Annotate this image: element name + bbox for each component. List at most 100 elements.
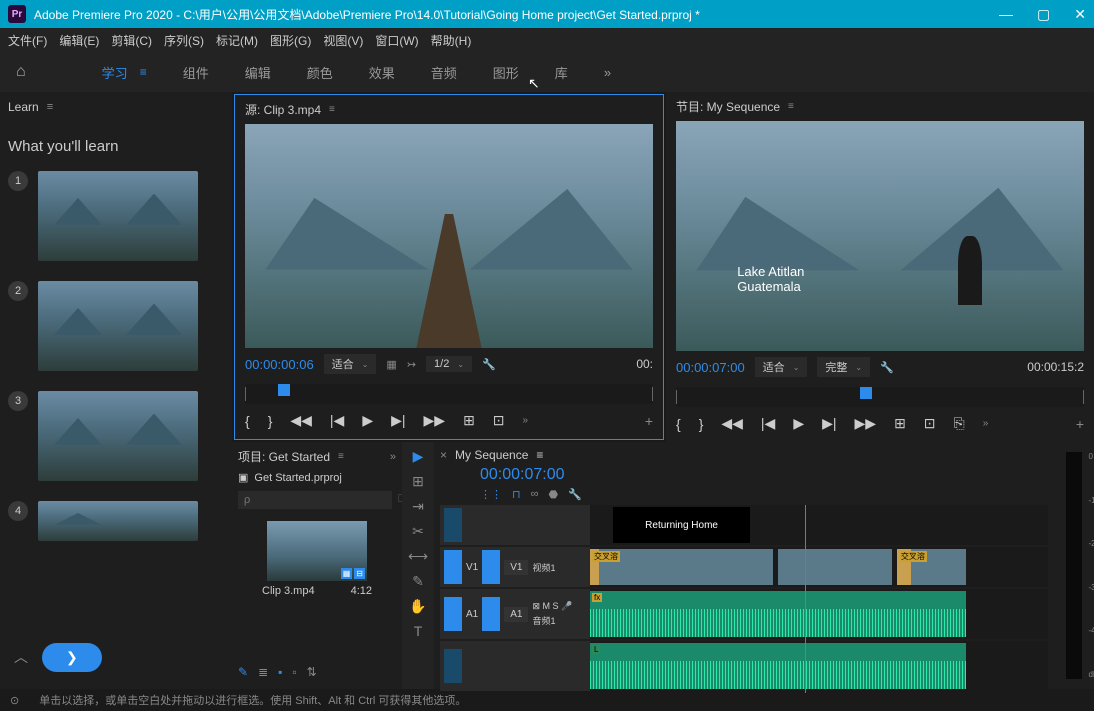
video-clip[interactable]	[778, 549, 893, 585]
program-quality-dropdown[interactable]: 完整⌄	[817, 357, 870, 377]
step-back-button[interactable]: |◀	[330, 412, 344, 429]
add-button[interactable]: +	[645, 413, 653, 429]
home-icon[interactable]: ⌂	[16, 63, 26, 81]
more-icon[interactable]: »	[983, 418, 989, 429]
workspace-libraries[interactable]: 库	[555, 63, 568, 82]
minimize-button[interactable]: —	[999, 6, 1013, 23]
source-res-dropdown[interactable]: 1/2⌄	[426, 356, 472, 372]
more-icon[interactable]: »	[523, 415, 529, 426]
extract-button[interactable]: ⊡	[924, 415, 936, 432]
tl-settings-icon[interactable]: 🔧	[568, 488, 582, 501]
razor-tool[interactable]: ✂	[412, 523, 424, 540]
panel-menu-icon[interactable]: ≡	[338, 451, 344, 462]
workspace-graphics[interactable]: 图形	[493, 63, 519, 82]
go-out-button[interactable]: ▶▶	[424, 412, 446, 429]
source-ruler[interactable]	[245, 384, 653, 404]
panel-menu-icon[interactable]: ≡	[788, 101, 794, 112]
link-icon[interactable]: ∞	[531, 488, 539, 501]
settings-icon[interactable]: 🔧	[880, 361, 894, 374]
track-a1[interactable]: fx	[590, 589, 1048, 639]
clip-thumbnail[interactable]: ▦⊟	[267, 521, 367, 581]
overflow-icon[interactable]: »	[390, 451, 396, 463]
menu-sequence[interactable]: 序列(S)	[164, 32, 204, 49]
workspace-effects[interactable]: 效果	[369, 63, 395, 82]
type-tool[interactable]: T	[414, 623, 423, 639]
program-ruler[interactable]	[676, 387, 1084, 407]
mark-in-button[interactable]: {	[245, 413, 250, 429]
playhead-icon[interactable]	[860, 387, 872, 399]
menu-graphics[interactable]: 图形(G)	[270, 32, 311, 49]
workspace-color[interactable]: 颜色	[307, 63, 333, 82]
menu-view[interactable]: 视图(V)	[323, 32, 363, 49]
panel-menu-icon[interactable]: ≡	[47, 101, 53, 113]
insert-button[interactable]: ⊞	[463, 412, 475, 429]
list-view-icon[interactable]: ≣	[258, 665, 268, 679]
workspace-menu-icon[interactable]: ≡	[140, 65, 147, 79]
mark-out-button[interactable]: }	[268, 413, 273, 429]
menu-window[interactable]: 窗口(W)	[375, 32, 418, 49]
v2-patch[interactable]	[444, 508, 462, 542]
sequence-name[interactable]: My Sequence	[455, 448, 528, 462]
program-fit-dropdown[interactable]: 适合⌄	[755, 357, 808, 377]
track-v2[interactable]: Returning Home	[590, 505, 1048, 545]
ripple-tool[interactable]: ⇥	[412, 498, 424, 515]
step-fwd-button[interactable]: ▶|	[391, 412, 405, 429]
source-fit-dropdown[interactable]: 适合⌄	[324, 354, 377, 374]
out-icon[interactable]: ↣	[407, 358, 416, 371]
timeline-timecode[interactable]: 00:00:07:00	[440, 466, 1048, 484]
go-out-button[interactable]: ▶▶	[855, 415, 877, 432]
a2-patch[interactable]	[444, 649, 462, 683]
workspace-assembly[interactable]: 组件	[183, 63, 209, 82]
track-v1[interactable]: 交叉溶 交叉溶	[590, 547, 1048, 587]
go-in-button[interactable]: ◀◀	[290, 412, 312, 429]
tutorial-thumb-2[interactable]	[38, 281, 198, 371]
v1-target-patch[interactable]	[482, 550, 500, 584]
title-clip[interactable]: Returning Home	[613, 507, 750, 543]
lock-icon[interactable]: ⊠	[532, 601, 540, 611]
v1-source-patch[interactable]	[444, 550, 462, 584]
menu-marker[interactable]: 标记(M)	[216, 32, 258, 49]
audio-clip[interactable]: fx	[590, 591, 966, 637]
workspace-editing[interactable]: 编辑	[245, 63, 271, 82]
v1-target-label[interactable]: V1	[504, 560, 528, 575]
solo-button[interactable]: S	[553, 601, 559, 611]
tutorial-thumb-3[interactable]	[38, 391, 198, 481]
mic-icon[interactable]: 🎤	[561, 601, 572, 611]
mark-out-button[interactable]: }	[699, 416, 704, 432]
safe-margins-icon[interactable]: ▦	[386, 358, 396, 371]
a1-source-patch[interactable]	[444, 597, 462, 631]
menu-edit[interactable]: 编辑(E)	[59, 32, 99, 49]
maximize-button[interactable]: ▢	[1037, 6, 1050, 23]
slip-tool[interactable]: ⟷	[408, 548, 428, 565]
go-in-button[interactable]: ◀◀	[721, 415, 743, 432]
learn-collapse-button[interactable]: ︿	[8, 641, 34, 673]
step-back-button[interactable]: |◀	[761, 415, 775, 432]
program-timecode[interactable]: 00:00:07:00	[676, 360, 745, 375]
video-clip[interactable]: 交叉溶	[590, 549, 773, 585]
menu-clip[interactable]: 剪辑(C)	[111, 32, 152, 49]
track-a2[interactable]: L	[590, 641, 1048, 691]
panel-menu-icon[interactable]: ≡	[329, 104, 335, 115]
playhead-icon[interactable]	[278, 384, 290, 396]
tutorial-thumb-1[interactable]	[38, 171, 198, 261]
play-button[interactable]: ▶	[362, 412, 373, 429]
tutorial-thumb-4[interactable]	[38, 501, 198, 541]
workspace-overflow[interactable]: »	[604, 65, 611, 80]
source-timecode[interactable]: 00:00:00:06	[245, 357, 314, 372]
play-button[interactable]: ▶	[793, 415, 804, 432]
program-video[interactable]: Lake AtitlanGuatemala	[676, 121, 1084, 351]
step-fwd-button[interactable]: ▶|	[822, 415, 836, 432]
overwrite-button[interactable]: ⊡	[493, 412, 505, 429]
workspace-learn[interactable]: 学习	[102, 63, 128, 82]
audio-clip[interactable]: L	[590, 643, 966, 689]
panel-menu-icon[interactable]: ≡	[536, 448, 543, 462]
icon-view-icon[interactable]: ▪	[278, 665, 282, 679]
sort-icon[interactable]: ⇅	[307, 665, 317, 679]
freeform-view-icon[interactable]: ▫	[292, 665, 296, 679]
workspace-audio[interactable]: 音频	[431, 63, 457, 82]
video-clip[interactable]: 交叉溶	[897, 549, 966, 585]
pen-tool[interactable]: ✎	[412, 573, 424, 590]
settings-icon[interactable]: 🔧	[482, 358, 496, 371]
lift-button[interactable]: ⊞	[894, 415, 906, 432]
magnet-icon[interactable]: ⊓	[512, 488, 521, 501]
